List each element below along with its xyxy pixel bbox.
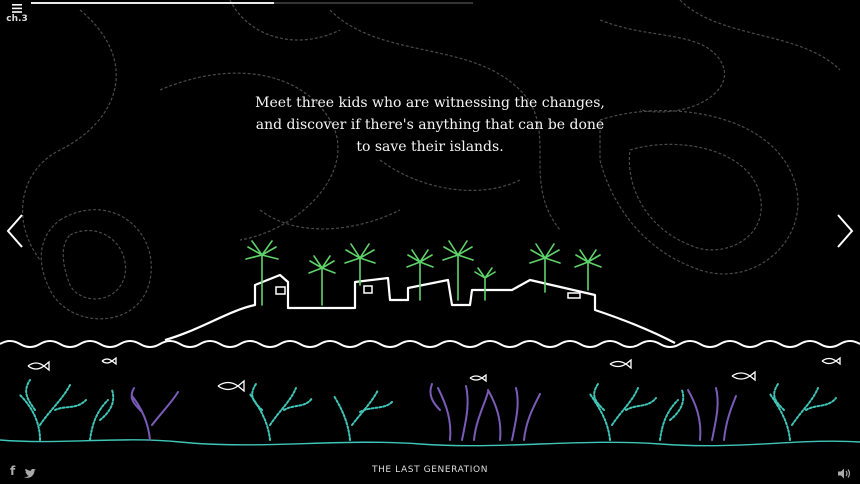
sound-toggle-button[interactable] — [838, 464, 852, 483]
previous-button[interactable] — [4, 213, 26, 253]
topographic-contours — [21, 0, 841, 320]
story-line: to save their islands. — [356, 139, 504, 155]
chevron-right-icon — [837, 214, 854, 248]
story-line: and discover if there's anything that ca… — [255, 117, 605, 133]
sea-wave — [0, 340, 860, 348]
seabed — [0, 439, 860, 447]
speaker-icon — [838, 468, 851, 479]
coral-purple — [130, 383, 737, 441]
chapter-progress-bar — [31, 2, 473, 4]
footer-title: THE LAST GENERATION — [371, 465, 489, 475]
menu-button[interactable]: ch.3 — [6, 4, 28, 24]
chevron-left-icon — [6, 214, 23, 248]
fish — [27, 356, 841, 393]
palm-trees — [245, 240, 602, 306]
story-text: Meet three kids who are witnessing the c… — [220, 92, 640, 158]
story-line: Meet three kids who are witnessing the c… — [255, 95, 605, 111]
chapter-progress-fill — [31, 2, 275, 4]
scene-illustration — [0, 0, 860, 447]
hamburger-icon — [12, 4, 22, 13]
next-button[interactable] — [834, 213, 856, 253]
chapter-label: ch.3 — [6, 14, 28, 24]
